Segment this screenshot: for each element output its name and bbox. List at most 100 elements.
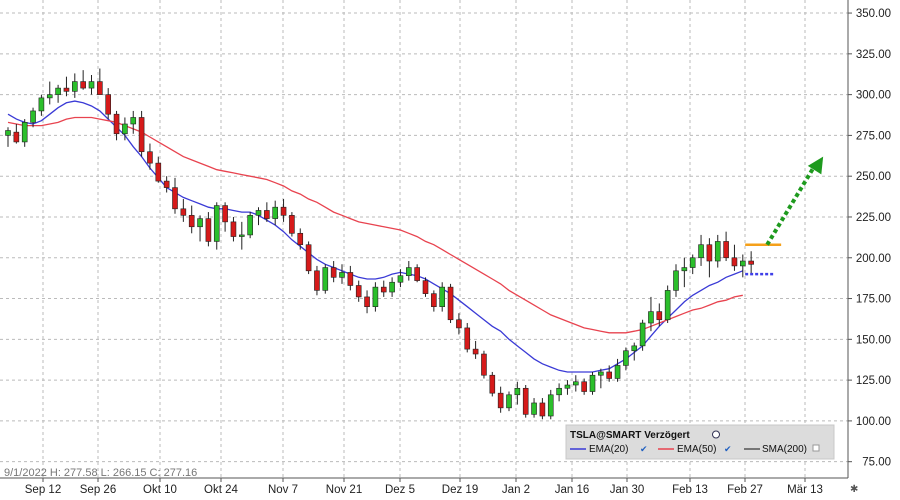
- candle-body: [372, 286, 379, 308]
- candle-body: [673, 270, 679, 291]
- x-tick-label: Sep 12: [25, 484, 61, 496]
- candle-body: [72, 81, 78, 92]
- candle-body: [55, 87, 61, 95]
- candle-body: [197, 218, 203, 228]
- legend-ema20-label: EMA(20): [589, 444, 628, 455]
- candle-body: [97, 81, 103, 95]
- candle-body: [623, 350, 629, 366]
- x-tick-label: Nov 7: [268, 484, 298, 496]
- candle[interactable]: [322, 264, 329, 294]
- y-tick-label: 100.00: [856, 416, 891, 428]
- candle[interactable]: [247, 212, 253, 239]
- candle-body: [606, 371, 613, 379]
- candle-body: [572, 381, 579, 386]
- candle-body: [213, 205, 220, 242]
- x-tick-label: Okt 10: [143, 484, 177, 496]
- candle-body: [414, 267, 420, 281]
- price-chart[interactable]: 75.00 100.00 125.00 150.00 175.00 200.00 225.0…: [0, 0, 900, 500]
- x-tick-label: Sep 26: [80, 484, 116, 496]
- x-tick-label: Okt 24: [204, 484, 238, 496]
- legend-ema20-check-icon[interactable]: ✔: [640, 444, 648, 454]
- x-tick-label: Jan 30: [610, 484, 645, 496]
- candle[interactable]: [305, 241, 312, 275]
- ohlc-readout: 9/1/2022 H: 277.58 L: 266.15 C: 277.16: [4, 467, 197, 479]
- candle-body: [347, 272, 354, 286]
- y-tick-label: 125.00: [856, 375, 891, 387]
- candle[interactable]: [289, 212, 295, 237]
- x-tick-label: Feb 13: [672, 484, 708, 496]
- candle-body: [314, 270, 320, 291]
- candle-body: [664, 290, 671, 321]
- x-tick-label: Jan 16: [555, 484, 590, 496]
- time-axis[interactable]: Sep 12 Sep 26 Okt 10 Okt 24 Nov 7 Nov 21 Dez 5…: [25, 478, 823, 496]
- legend-title: TSLA@SMART Verzögert: [570, 430, 690, 441]
- candle-body: [205, 218, 212, 242]
- candle[interactable]: [489, 371, 496, 397]
- candle-body: [280, 206, 287, 216]
- candle-body: [355, 285, 362, 298]
- candle-body: [247, 215, 253, 236]
- y-tick-label: 300.00: [856, 90, 891, 102]
- axis-corner-icon[interactable]: ✱: [850, 484, 858, 495]
- candle-body: [472, 348, 479, 355]
- candle-body: [497, 392, 504, 409]
- candle-body: [88, 81, 95, 89]
- candle-body: [589, 374, 596, 392]
- candle-body: [639, 322, 646, 347]
- candle-body: [230, 221, 237, 237]
- candle[interactable]: [138, 110, 145, 157]
- x-tick-label: Jan 2: [502, 484, 530, 496]
- y-tick-label: 150.00: [856, 334, 891, 346]
- candle[interactable]: [664, 285, 671, 324]
- candle-body: [163, 180, 170, 188]
- legend-sma200-label: SMA(200): [762, 444, 807, 455]
- x-tick-label: Feb 27: [727, 484, 763, 496]
- candle[interactable]: [447, 283, 454, 324]
- candle-body: [405, 267, 412, 277]
- candle-body: [598, 371, 604, 376]
- candle-body: [522, 387, 529, 415]
- candle-body: [222, 205, 228, 223]
- plot-background: [0, 0, 848, 478]
- y-tick-label: 200.00: [856, 253, 891, 265]
- candle-body: [564, 384, 571, 389]
- candle-body: [264, 210, 270, 219]
- legend-title-icon[interactable]: [712, 430, 720, 439]
- candle-body: [5, 130, 11, 136]
- candle-body: [364, 296, 370, 308]
- candle-body: [447, 286, 454, 321]
- y-tick-label: 225.00: [856, 212, 891, 224]
- candle-body: [481, 353, 487, 376]
- candle-body: [614, 365, 621, 379]
- candle[interactable]: [522, 385, 529, 418]
- candle-body: [130, 117, 137, 125]
- y-tick-label: 250.00: [856, 171, 891, 183]
- candle-body: [539, 402, 546, 417]
- candle-body: [506, 394, 512, 409]
- candle-body: [648, 311, 654, 324]
- candle-body: [46, 94, 53, 99]
- candle-body: [439, 286, 446, 308]
- y-tick-label: 75.00: [862, 457, 891, 469]
- candle-body: [380, 286, 387, 293]
- price-axis[interactable]: 75.00 100.00 125.00 150.00 175.00 200.00 225.0…: [848, 8, 891, 469]
- candle[interactable]: [589, 371, 596, 395]
- legend-ema50-check-icon[interactable]: ✔: [724, 444, 732, 454]
- candle-body: [63, 87, 70, 92]
- candle[interactable]: [639, 319, 646, 351]
- candle-body: [105, 94, 111, 115]
- candle[interactable]: [481, 350, 487, 379]
- candle-body: [289, 215, 295, 234]
- candle-body: [38, 97, 45, 112]
- candle-body: [322, 267, 329, 291]
- x-tick-label: Mär 13: [787, 484, 823, 496]
- candle-body: [748, 260, 754, 265]
- candle-body: [556, 387, 562, 396]
- candle-body: [122, 123, 128, 135]
- candle-body: [631, 345, 638, 352]
- y-tick-label: 275.00: [856, 130, 891, 142]
- y-tick-label: 175.00: [856, 294, 891, 306]
- legend-sma200-checkbox-icon[interactable]: [812, 444, 820, 452]
- candle-body: [147, 151, 153, 164]
- candle-body: [731, 257, 738, 267]
